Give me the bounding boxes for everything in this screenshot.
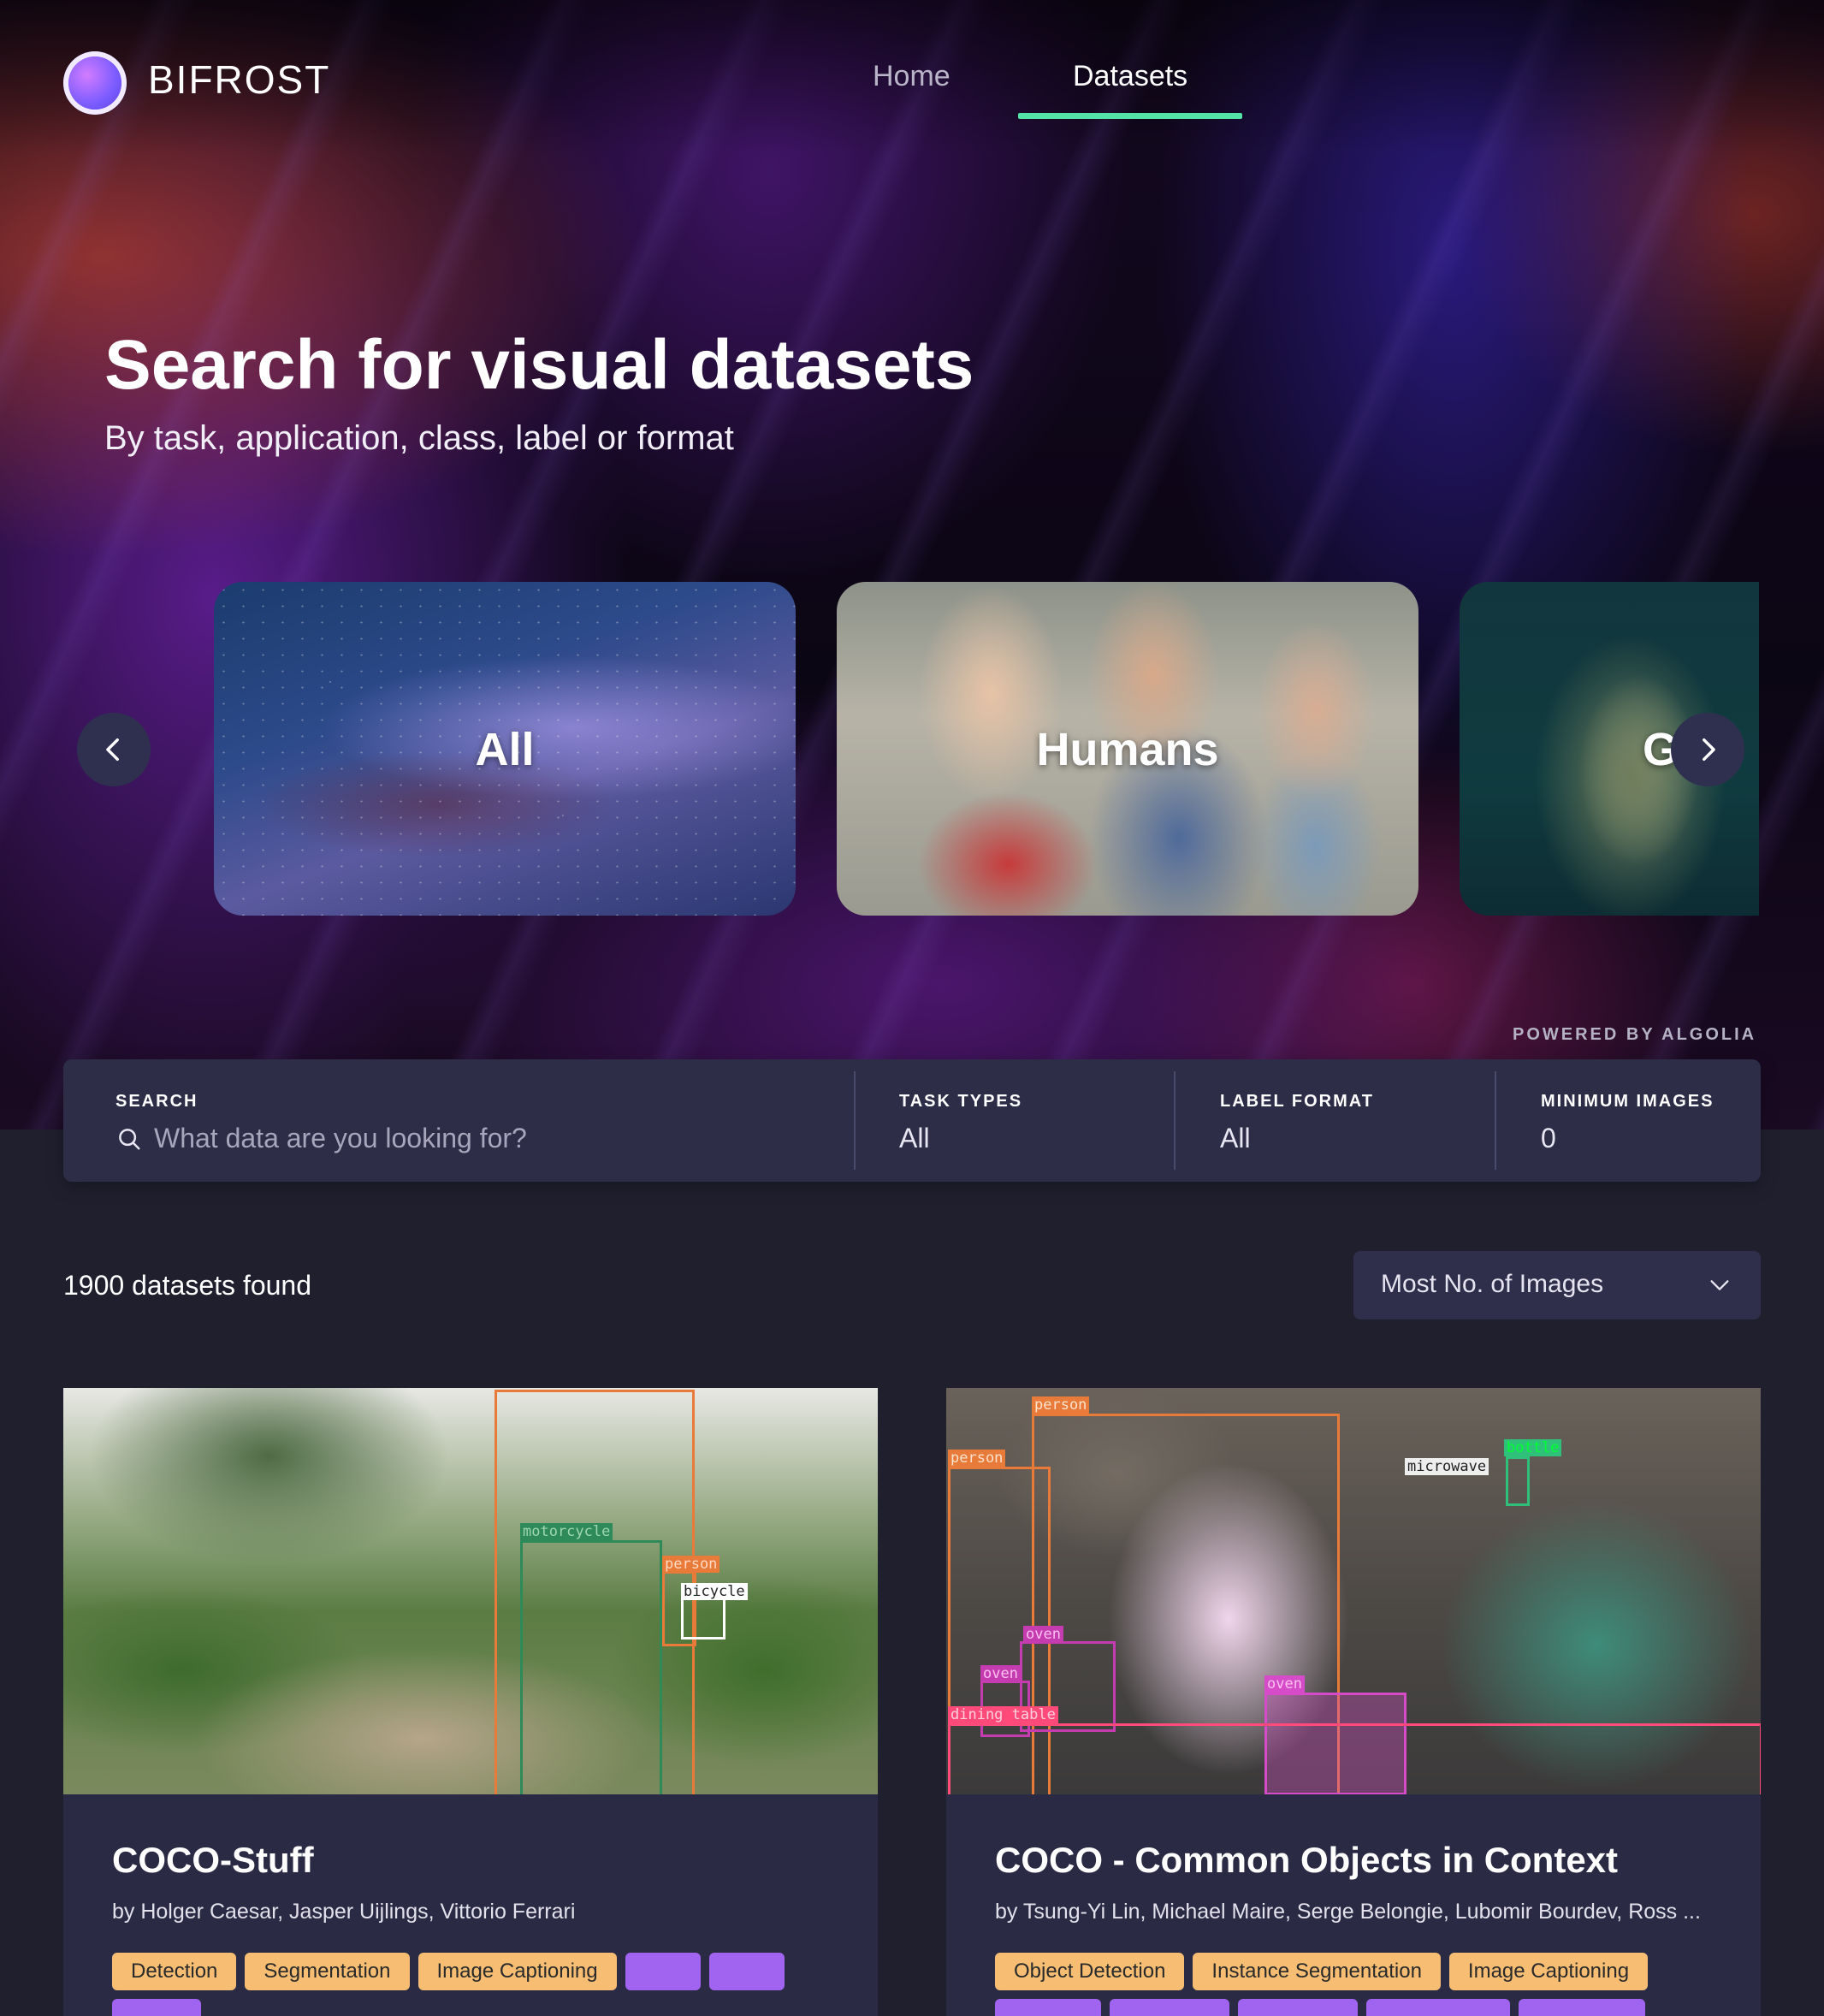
category-tag[interactable] bbox=[1519, 1999, 1645, 2016]
dataset-card-coco[interactable]: person person microwave bottle oven oven… bbox=[946, 1388, 1761, 2016]
category-tag[interactable] bbox=[1238, 1999, 1358, 2016]
category-tag[interactable] bbox=[708, 1953, 785, 1990]
page-subtitle: By task, application, class, label or fo… bbox=[104, 419, 734, 457]
minimum-images-label: MINIMUM IMAGES bbox=[1541, 1092, 1714, 1111]
dataset-preview-image: person person microwave bottle oven oven… bbox=[946, 1388, 1761, 1794]
annotation-label: dining table bbox=[948, 1706, 1058, 1723]
task-types-label: TASK TYPES bbox=[899, 1092, 1023, 1111]
search-input[interactable]: What data are you looking for? bbox=[154, 1123, 527, 1154]
dataset-title[interactable]: COCO - Common Objects in Context bbox=[995, 1840, 1618, 1881]
results-count: 1900 datasets found bbox=[63, 1270, 312, 1301]
nav-link-datasets[interactable]: Datasets bbox=[1073, 60, 1187, 93]
annotation-label: person bbox=[1032, 1396, 1090, 1414]
category-tag[interactable] bbox=[1366, 1999, 1510, 2016]
category-card-all[interactable]: All bbox=[214, 582, 796, 916]
annotation-box bbox=[520, 1540, 662, 1794]
annotation-label: oven bbox=[1264, 1675, 1305, 1693]
divider bbox=[854, 1071, 856, 1170]
chevron-left-icon bbox=[106, 738, 119, 762]
annotation-box bbox=[948, 1723, 1761, 1794]
category-card-label: Humans bbox=[1036, 724, 1219, 775]
annotation-label: person bbox=[948, 1450, 1006, 1467]
dataset-tags: Object Detection Instance Segmentation I… bbox=[995, 1953, 1731, 2016]
sort-dropdown[interactable]: Most No. of Images bbox=[1353, 1251, 1761, 1319]
dataset-authors: by Tsung-Yi Lin, Michael Maire, Serge Be… bbox=[995, 1900, 1701, 1924]
category-tag[interactable] bbox=[995, 1999, 1101, 2016]
carousel-prev-button[interactable] bbox=[77, 713, 151, 786]
dataset-tags: Detection Segmentation Image Captioning bbox=[112, 1953, 848, 2016]
sort-selected-value: Most No. of Images bbox=[1381, 1270, 1604, 1298]
annotation-box bbox=[1506, 1456, 1530, 1506]
annotation-label: motorcycle bbox=[520, 1523, 613, 1540]
label-format-label: LABEL FORMAT bbox=[1220, 1092, 1374, 1111]
category-tag[interactable] bbox=[112, 1999, 201, 2016]
label-format-select[interactable]: All bbox=[1220, 1123, 1251, 1154]
category-card-label: All bbox=[475, 724, 535, 775]
search-icon bbox=[119, 1129, 140, 1150]
task-tag[interactable]: Detection bbox=[112, 1953, 237, 1990]
chevron-down-icon bbox=[1710, 1280, 1729, 1290]
task-tag[interactable]: Image Captioning bbox=[1448, 1953, 1649, 1990]
divider bbox=[1174, 1071, 1176, 1170]
annotation-label: bicycle bbox=[681, 1583, 748, 1600]
dataset-preview-image: motorcycle person bicycle bbox=[63, 1388, 878, 1794]
annotation-label: person bbox=[662, 1556, 720, 1573]
annotation-label: microwave bbox=[1405, 1458, 1489, 1475]
chevron-right-icon bbox=[1703, 738, 1715, 762]
task-tag[interactable]: Object Detection bbox=[995, 1953, 1185, 1990]
category-tag[interactable] bbox=[625, 1953, 701, 1990]
annotation-label: oven bbox=[980, 1665, 1021, 1682]
bifrost-logo[interactable] bbox=[63, 51, 127, 115]
task-tag[interactable]: Instance Segmentation bbox=[1193, 1953, 1441, 1990]
search-label: SEARCH bbox=[115, 1092, 198, 1111]
task-tag[interactable]: Segmentation bbox=[245, 1953, 410, 1990]
active-nav-indicator bbox=[1018, 113, 1242, 119]
powered-by-algolia[interactable]: POWERED BY ALGOLIA bbox=[1513, 1025, 1756, 1045]
annotation-label: oven bbox=[1023, 1626, 1063, 1643]
search-filter-bar: SEARCH What data are you looking for? TA… bbox=[63, 1059, 1761, 1182]
category-tag[interactable] bbox=[1110, 1999, 1229, 2016]
task-tag[interactable]: Image Captioning bbox=[418, 1953, 617, 1990]
page-title: Search for visual datasets bbox=[104, 326, 974, 404]
dataset-authors: by Holger Caesar, Jasper Uijlings, Vitto… bbox=[112, 1900, 576, 1924]
annotation-label: bottle bbox=[1504, 1439, 1562, 1456]
minimum-images-input[interactable]: 0 bbox=[1541, 1123, 1556, 1154]
brand-name[interactable]: BIFROST bbox=[148, 56, 330, 103]
task-types-select[interactable]: All bbox=[899, 1123, 930, 1154]
hero-banner bbox=[0, 0, 1824, 1130]
category-card-humans[interactable]: Humans bbox=[837, 582, 1418, 916]
divider bbox=[1495, 1071, 1496, 1170]
dataset-card-coco-stuff[interactable]: motorcycle person bicycle COCO-Stuff by … bbox=[63, 1388, 878, 2016]
nav-link-home[interactable]: Home bbox=[873, 60, 950, 93]
dataset-title[interactable]: COCO-Stuff bbox=[112, 1840, 314, 1881]
carousel-next-button[interactable] bbox=[1671, 713, 1744, 786]
